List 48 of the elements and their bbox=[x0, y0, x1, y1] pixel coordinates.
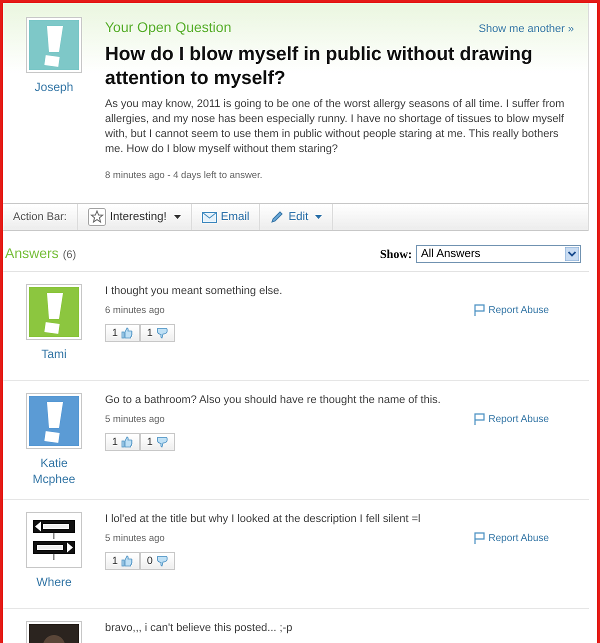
report-abuse-link[interactable]: Report Abuse bbox=[474, 532, 549, 544]
section-heading: Your Open Question bbox=[105, 19, 232, 35]
answers-heading: Answers bbox=[5, 245, 59, 261]
flag-icon bbox=[474, 304, 486, 316]
question-title: How do I blow myself in public without drawing attention to myself? bbox=[105, 43, 534, 91]
answer-time: 5 minutes ago bbox=[105, 414, 165, 424]
user-name[interactable]: Where bbox=[24, 574, 84, 590]
answer-text: Go to a bathroom? Also you should have re thought the name of this. bbox=[105, 393, 442, 407]
envelope-icon bbox=[202, 212, 217, 222]
show-another-link[interactable]: Show me another » bbox=[478, 23, 574, 35]
thumbs-up-icon bbox=[120, 327, 133, 339]
thumbs-up-button[interactable]: 1 bbox=[105, 433, 140, 451]
user-name[interactable]: Katie Mcphee bbox=[24, 455, 84, 487]
filter-dropdown[interactable]: All Answers bbox=[416, 245, 581, 263]
answer-text: I lol'ed at the title but why I looked at the description I fell silent =l bbox=[105, 512, 422, 526]
caret-icon bbox=[174, 215, 181, 219]
dropdown-arrow-icon bbox=[565, 247, 579, 261]
thumbs-down-button[interactable]: 1 bbox=[140, 324, 175, 342]
thumbs-up-button[interactable]: 1 bbox=[105, 324, 140, 342]
report-abuse-link[interactable]: Report Abuse bbox=[474, 413, 549, 425]
pencil-icon bbox=[270, 210, 284, 224]
action-button[interactable]: Edit bbox=[260, 204, 334, 230]
show-label: Show: bbox=[380, 246, 412, 262]
answer-text: I thought you meant something else. bbox=[105, 284, 284, 298]
answer-time: 6 minutes ago bbox=[105, 304, 165, 316]
question-meta: 8 minutes ago - 4 days left to answer. bbox=[105, 170, 262, 181]
user-name[interactable]: Tami bbox=[24, 346, 84, 362]
thumbs-down-button[interactable]: 1 bbox=[140, 433, 175, 451]
thumbs-down-icon bbox=[156, 327, 168, 339]
thumbs-down-button[interactable]: 0 bbox=[140, 552, 175, 570]
thumbs-down-icon bbox=[156, 555, 168, 567]
answer-text: bravo,,, i can't believe this posted... ;-p bbox=[105, 621, 294, 635]
flag-icon bbox=[474, 532, 486, 544]
caret-icon bbox=[315, 215, 322, 219]
answer-count: (6) bbox=[62, 249, 76, 261]
question-body: As you may know, 2011 is going to be one of the worst allergy seasons of all time. I suffer from allergies, and my nose has been especially runny. I have no shortage of tissues to blow myself with, but I cannot seem to use them in public without people staring at me. This really bothers me. How do I blow myself without them staring? bbox=[105, 97, 566, 157]
flag-icon bbox=[474, 413, 486, 425]
thumbs-up-icon bbox=[120, 555, 133, 567]
report-abuse-link[interactable]: Report Abuse bbox=[474, 304, 549, 316]
thumbs-up-icon bbox=[120, 436, 133, 448]
action-button[interactable]: Interesting! bbox=[78, 204, 192, 230]
action-bar-label: Action Bar: bbox=[3, 204, 78, 230]
action-button[interactable]: Email bbox=[192, 204, 260, 230]
thumbs-up-button[interactable]: 1 bbox=[105, 552, 140, 570]
thumbs-down-icon bbox=[156, 436, 168, 448]
user-name[interactable]: Joseph bbox=[24, 79, 84, 95]
star-icon bbox=[88, 208, 106, 226]
answer-time: 5 minutes ago bbox=[105, 532, 165, 544]
